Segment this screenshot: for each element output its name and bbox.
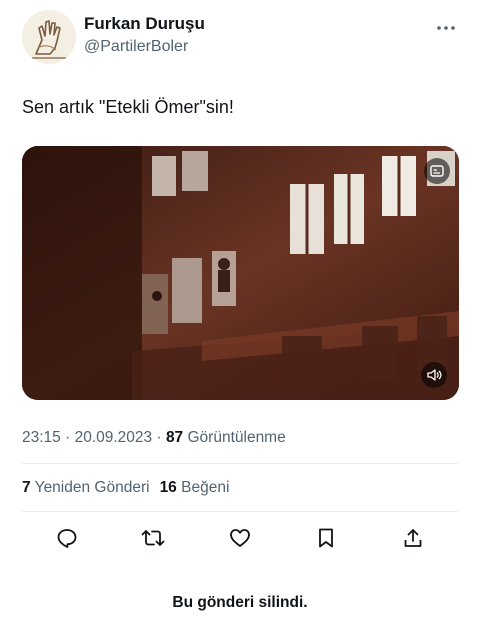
views-label: Görüntülenme — [183, 429, 286, 446]
views-count: 87 — [165, 429, 184, 446]
likes-stat[interactable]: 16 Beğeni — [160, 479, 230, 496]
speaker-icon[interactable] — [421, 362, 447, 388]
caption-icon[interactable] — [424, 158, 450, 184]
share-icon[interactable] — [400, 525, 426, 551]
tweet-text: Sen artık "Etekli Ömer"sin! — [22, 97, 234, 117]
retweets-count: 7 — [22, 479, 31, 496]
reply-icon[interactable] — [54, 525, 80, 551]
meta-separator: · — [152, 429, 166, 446]
tweet-time[interactable]: 23:15 — [22, 429, 61, 446]
retweets-label: Yeniden Gönderi — [30, 479, 150, 496]
likes-label: Beğeni — [176, 479, 230, 496]
author-display-name[interactable]: Furkan Duruşu — [84, 14, 205, 34]
meta-separator: · — [60, 429, 75, 446]
deleted-notice: Bu gönderi silindi. — [172, 594, 308, 611]
tweet-stats: 7 Yeniden Gönderi 16 Beğeni — [22, 479, 229, 497]
like-icon[interactable] — [227, 525, 253, 551]
tweet-header: Furkan Duruşu @PartilerBoler — [22, 10, 458, 66]
retweet-icon[interactable] — [140, 525, 166, 551]
tweet-date[interactable]: 20.09.2023 — [75, 429, 153, 446]
tweet-meta: 23:15 · 20.09.2023 · 87 Görüntülenme — [22, 429, 286, 447]
likes-count: 16 — [159, 479, 177, 496]
more-options-icon[interactable] — [434, 18, 458, 38]
tweet-video[interactable] — [22, 146, 459, 400]
retweets-stat[interactable]: 7 Yeniden Gönderi — [22, 479, 150, 496]
bookmark-icon[interactable] — [313, 525, 339, 551]
author-handle[interactable]: @PartilerBoler — [84, 38, 188, 56]
video-frame — [22, 146, 459, 400]
raised-fist-icon — [22, 10, 76, 64]
divider — [22, 463, 458, 464]
action-bar — [22, 522, 458, 552]
avatar[interactable] — [22, 10, 76, 64]
divider — [22, 511, 458, 512]
